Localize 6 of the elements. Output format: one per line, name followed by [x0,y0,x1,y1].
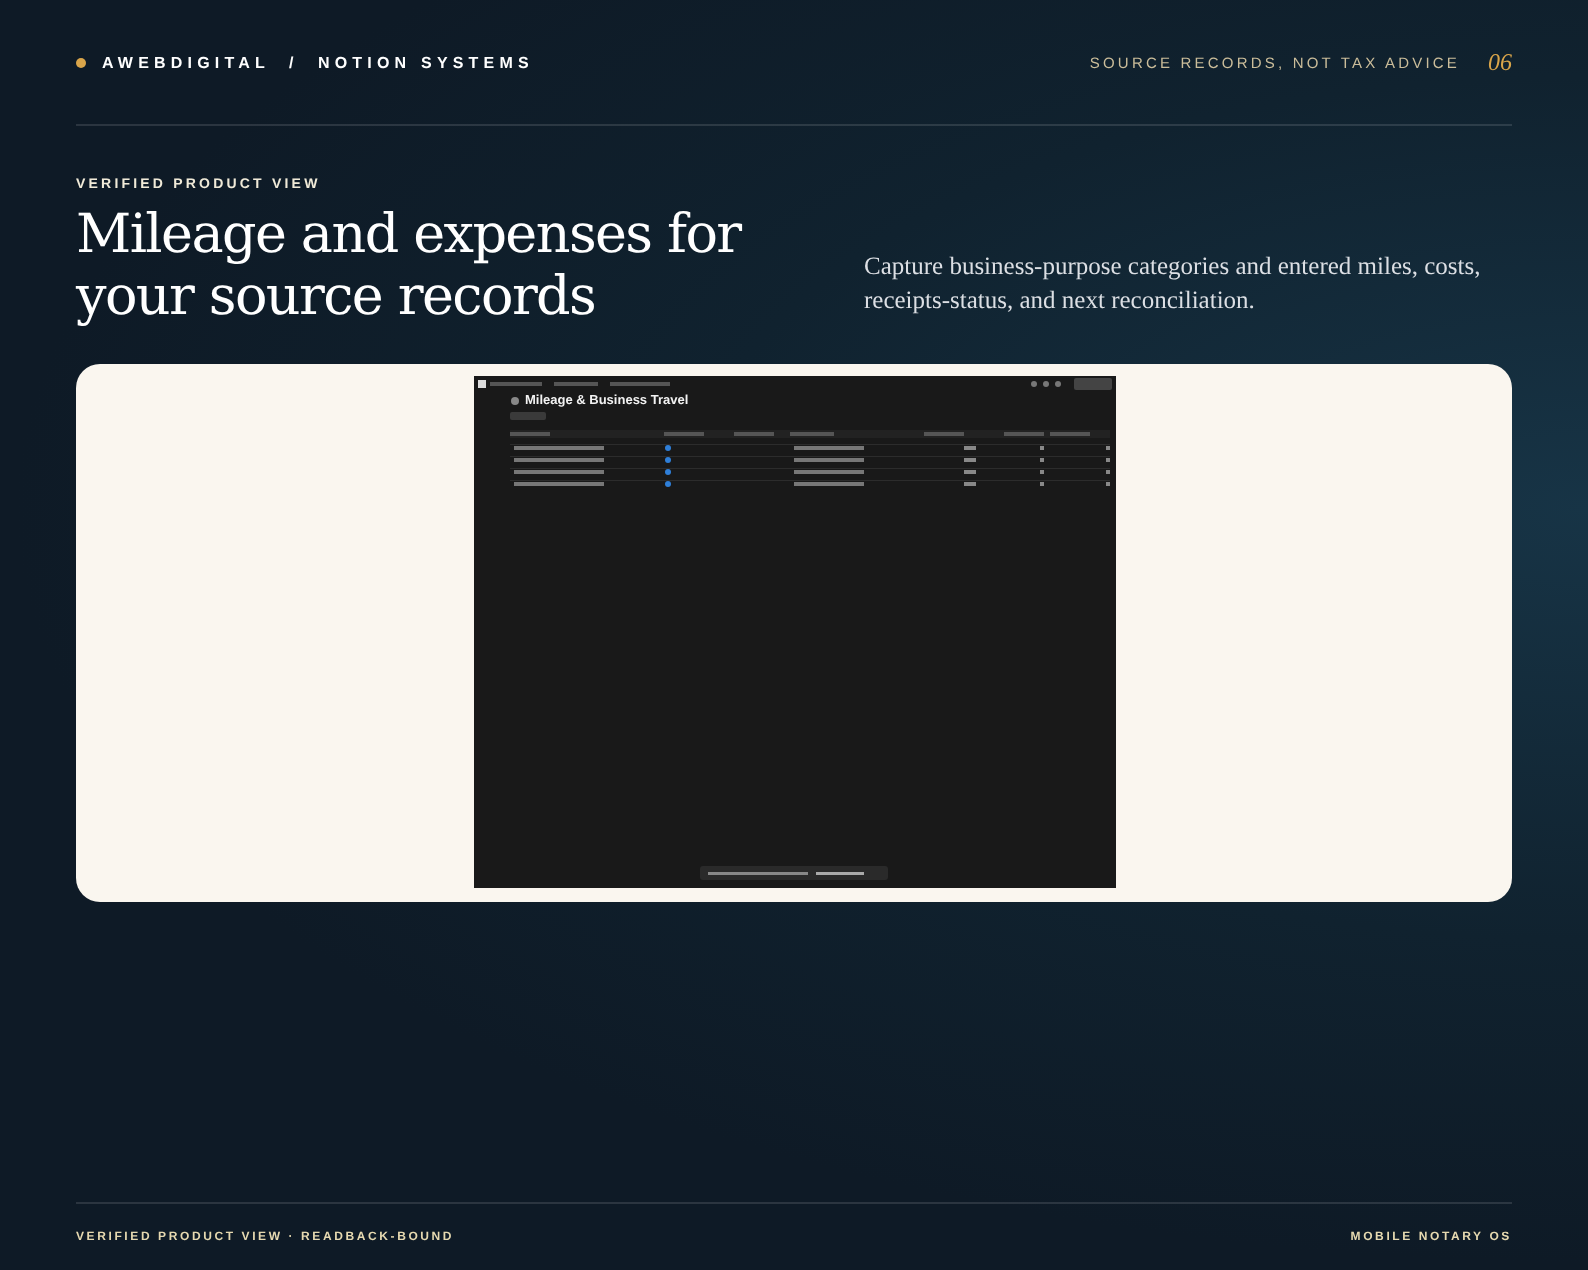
hero-title: Mileage and expenses for your source records [76,204,744,328]
bullet-dot [76,57,86,67]
page-number: 06 [1488,47,1512,77]
page-icon [509,396,519,406]
hero-description: Capture business-purpose categories and entered miles, costs, receipts-status, and next reconciliation. [864,250,1483,318]
brand-name: AWEBDIGITAL / NOTION SYSTEMS [102,53,534,71]
